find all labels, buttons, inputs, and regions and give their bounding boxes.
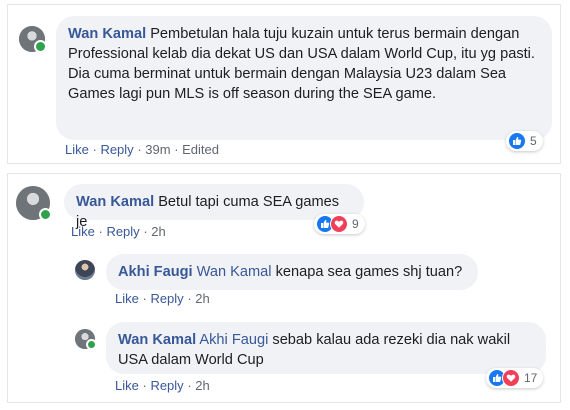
reply-text: Akhi Faugi Wan Kamal kenapa sea games sh… bbox=[118, 262, 466, 282]
reply-author[interactable]: Wan Kamal bbox=[118, 332, 196, 348]
reaction-count: 17 bbox=[524, 371, 538, 385]
avatar[interactable] bbox=[19, 26, 47, 53]
reply-text: Wan Kamal Akhi Faugi sebab kalau ada rez… bbox=[118, 330, 534, 370]
reply-bubble: Akhi Faugi Wan Kamal kenapa sea games sh… bbox=[106, 254, 478, 290]
avatar[interactable] bbox=[75, 329, 97, 350]
reply-link[interactable]: Reply bbox=[100, 142, 133, 157]
reply-body: kenapa sea games shj tuan? bbox=[275, 264, 463, 280]
reply-actions: Like · Reply · 2h bbox=[115, 291, 210, 306]
tagged-user[interactable]: Akhi Faugi bbox=[199, 332, 268, 348]
avatar[interactable] bbox=[75, 260, 95, 280]
online-status-dot bbox=[86, 339, 97, 350]
reaction-summary[interactable]: 5 bbox=[506, 131, 543, 151]
timestamp[interactable]: 2h bbox=[195, 378, 209, 393]
reaction-summary[interactable]: 9 bbox=[314, 214, 365, 234]
reply-link[interactable]: Reply bbox=[150, 378, 183, 393]
reply-author[interactable]: Akhi Faugi bbox=[118, 264, 193, 280]
like-link[interactable]: Like bbox=[65, 142, 89, 157]
comment-card: Wan Kamal Betul tapi cuma SEA games je 9… bbox=[7, 173, 561, 403]
reaction-count: 9 bbox=[352, 217, 359, 231]
heart-icon bbox=[330, 215, 348, 233]
timestamp[interactable]: 2h bbox=[151, 224, 165, 239]
avatar[interactable] bbox=[16, 186, 52, 221]
comment-author[interactable]: Wan Kamal bbox=[68, 26, 146, 42]
timestamp[interactable]: 2h bbox=[195, 291, 209, 306]
comment-bubble: Wan Kamal Pembetulan hala tuju kuzain un… bbox=[56, 16, 552, 140]
reaction-count: 5 bbox=[530, 134, 537, 148]
like-link[interactable]: Like bbox=[71, 224, 95, 239]
like-link[interactable]: Like bbox=[115, 378, 139, 393]
like-link[interactable]: Like bbox=[115, 291, 139, 306]
reaction-summary[interactable]: 17 bbox=[486, 368, 544, 388]
tagged-user[interactable]: Wan Kamal bbox=[197, 264, 272, 280]
reply-actions: Like · Reply · 2h bbox=[115, 378, 210, 393]
online-status-dot bbox=[39, 208, 52, 221]
comment-text: Wan Kamal Pembetulan hala tuju kuzain un… bbox=[68, 24, 540, 104]
online-status-dot bbox=[34, 40, 47, 53]
thumbs-up-icon bbox=[508, 132, 526, 150]
timestamp[interactable]: 39m bbox=[145, 142, 170, 157]
reply-bubble: Wan Kamal Akhi Faugi sebab kalau ada rez… bbox=[106, 322, 546, 374]
comment-author[interactable]: Wan Kamal bbox=[76, 194, 154, 210]
comment-card: Wan Kamal Pembetulan hala tuju kuzain un… bbox=[7, 4, 561, 164]
comment-actions: Like · Reply · 39m · Edited bbox=[65, 142, 220, 157]
heart-icon bbox=[502, 369, 520, 387]
comment-actions: Like · Reply · 2h bbox=[71, 224, 166, 239]
reply-link[interactable]: Reply bbox=[150, 291, 183, 306]
reply-link[interactable]: Reply bbox=[106, 224, 139, 239]
edited-label[interactable]: Edited bbox=[182, 142, 219, 157]
